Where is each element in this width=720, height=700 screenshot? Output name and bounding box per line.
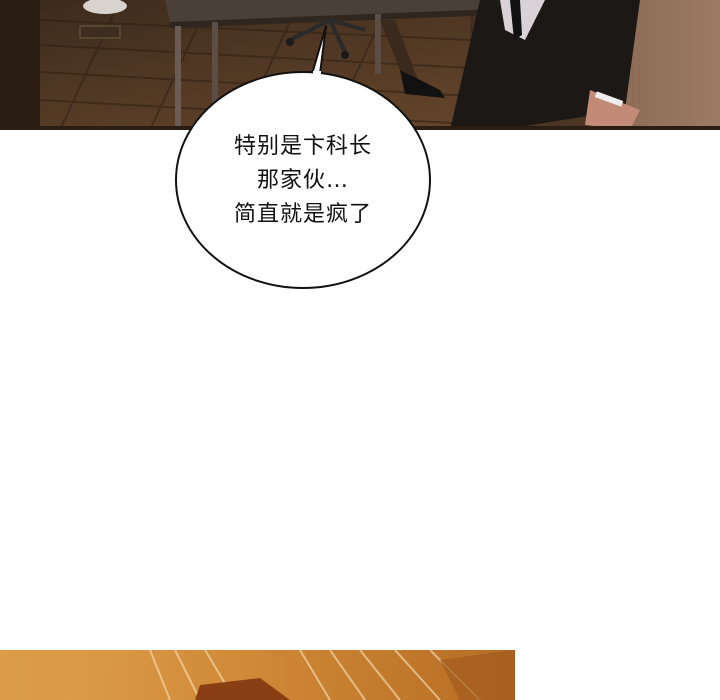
office-scene-illustration xyxy=(0,0,720,130)
ceiling-scene-panel xyxy=(0,650,515,700)
speech-line: 简直就是疯了 xyxy=(233,202,372,227)
speech-line: 特别是卞科长 xyxy=(233,134,372,159)
speech-line: 那家伙… xyxy=(256,168,349,193)
ceiling-scene-illustration xyxy=(0,650,515,700)
comic-page: 特别是卞科长 那家伙… 简直就是疯了 xyxy=(0,0,720,700)
speech-bubble-text: 特别是卞科长 那家伙… 简直就是疯了 xyxy=(178,130,428,232)
office-scene-panel xyxy=(0,0,720,130)
